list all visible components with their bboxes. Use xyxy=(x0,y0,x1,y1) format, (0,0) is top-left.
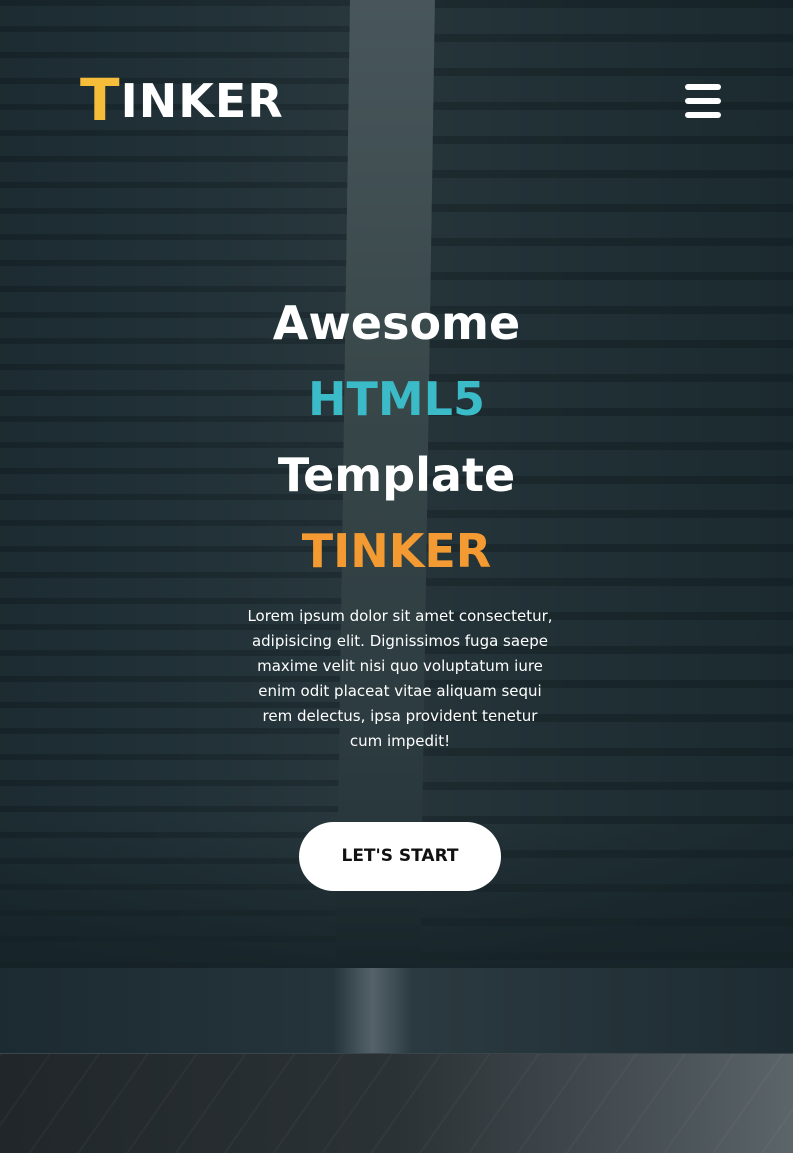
headline-line-1: Awesome xyxy=(272,296,521,350)
logo-text: INKER xyxy=(120,74,284,128)
menu-bar-bottom xyxy=(685,112,721,118)
headline-line-2: HTML5 xyxy=(308,372,485,426)
menu-bar-top xyxy=(685,84,721,90)
menu-bar-middle xyxy=(685,98,721,104)
hamburger-menu-icon[interactable] xyxy=(683,84,723,118)
section-divider-band xyxy=(0,968,793,1053)
hero-description: Lorem ipsum dolor sit amet consectetur, … xyxy=(247,607,553,750)
headline-line-4: TINKER xyxy=(301,524,492,578)
lets-start-button[interactable]: LET'S START xyxy=(299,822,501,891)
headline-line-3: Template xyxy=(277,448,516,502)
next-section-preview xyxy=(0,1053,793,1153)
hero-headline: Awesome HTML5 Template TINKER xyxy=(0,285,793,589)
site-logo[interactable]: TINKER xyxy=(80,71,284,129)
logo-initial: T xyxy=(80,66,121,134)
